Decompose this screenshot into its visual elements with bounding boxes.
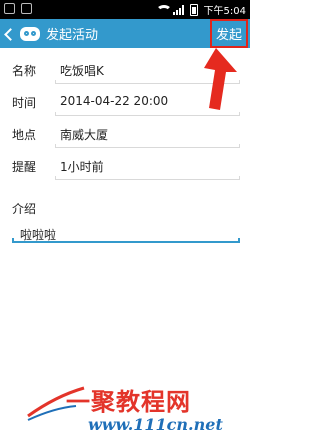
launch-button[interactable]: 发起 <box>210 19 248 48</box>
field-label: 时间 <box>12 96 37 110</box>
location-input[interactable]: 南威大厦 <box>60 126 108 143</box>
status-bar: 下午5:04 <box>0 0 250 19</box>
time-input[interactable]: 2014-04-22 20:00 <box>60 94 168 108</box>
red-arrow-annotation <box>204 48 237 110</box>
field-location[interactable]: 地点 南威大厦 <box>0 120 250 150</box>
intro-input-underline <box>12 238 240 243</box>
watermark: 一聚教程网 www.111cn.net <box>26 378 250 444</box>
notification-icon <box>21 3 32 14</box>
input-underline <box>55 144 240 148</box>
watermark-url: www.111cn.net <box>88 415 223 434</box>
wifi-icon <box>155 4 172 15</box>
name-input[interactable]: 吃饭唱K <box>60 62 104 79</box>
signal-icon <box>172 4 184 15</box>
field-label: 地点 <box>12 128 37 142</box>
field-label: 名称 <box>12 64 37 78</box>
battery-icon <box>189 3 198 16</box>
field-reminder[interactable]: 提醒 1小时前 <box>0 152 250 182</box>
input-underline <box>55 176 240 180</box>
field-label: 提醒 <box>12 160 37 174</box>
intro-label: 介绍 <box>12 202 37 216</box>
app-bar: 发起活动 发起 <box>0 19 250 48</box>
input-underline <box>55 112 240 116</box>
notification-icon <box>4 3 15 14</box>
watermark-title: 一聚教程网 <box>66 387 191 416</box>
back-icon[interactable] <box>2 26 18 42</box>
page-title: 发起活动 <box>46 28 99 43</box>
reminder-input[interactable]: 1小时前 <box>60 158 104 175</box>
status-time: 下午5:04 <box>203 6 246 17</box>
app-logo-icon[interactable] <box>20 26 40 41</box>
